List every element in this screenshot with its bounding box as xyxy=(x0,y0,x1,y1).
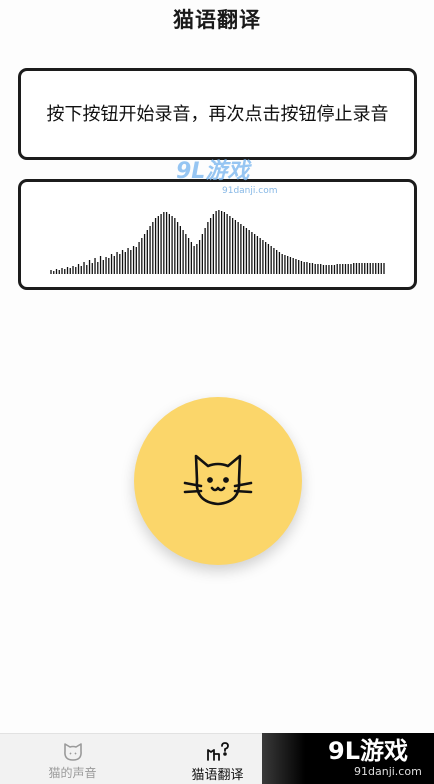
record-button[interactable] xyxy=(134,397,302,565)
nav-label-cat-sounds: 猫的声音 xyxy=(48,766,97,780)
watermark-brand: 9L游戏 xyxy=(176,159,250,184)
cat-head-icon xyxy=(63,743,82,761)
page-title: 猫语翻译 xyxy=(173,8,261,32)
cat-face-icon xyxy=(183,454,253,506)
corner-brand: 9L游戏 xyxy=(328,737,408,765)
app-screen: 猫语翻译 按下按钮开始录音，再次点击按钮停止录音 9L游戏 91danji.co… xyxy=(0,0,434,784)
watermark-overlay: 9L游戏 91danji.com xyxy=(176,159,278,198)
nav-label-cat-translate: 猫语翻译 xyxy=(191,768,244,783)
cat-speak-icon xyxy=(206,742,229,761)
watermark-corner-logo: 9L游戏 91danji.com xyxy=(262,733,434,784)
watermark-domain: 91danji.com xyxy=(222,186,278,196)
instruction-text: 按下按钮开始录音，再次点击按钮停止录音 xyxy=(46,103,389,125)
instruction-box: 按下按钮开始录音，再次点击按钮停止录音 xyxy=(18,68,417,160)
nav-tab-cat-sounds[interactable]: 猫的声音 xyxy=(0,734,145,784)
corner-domain: 91danji.com xyxy=(354,765,422,778)
